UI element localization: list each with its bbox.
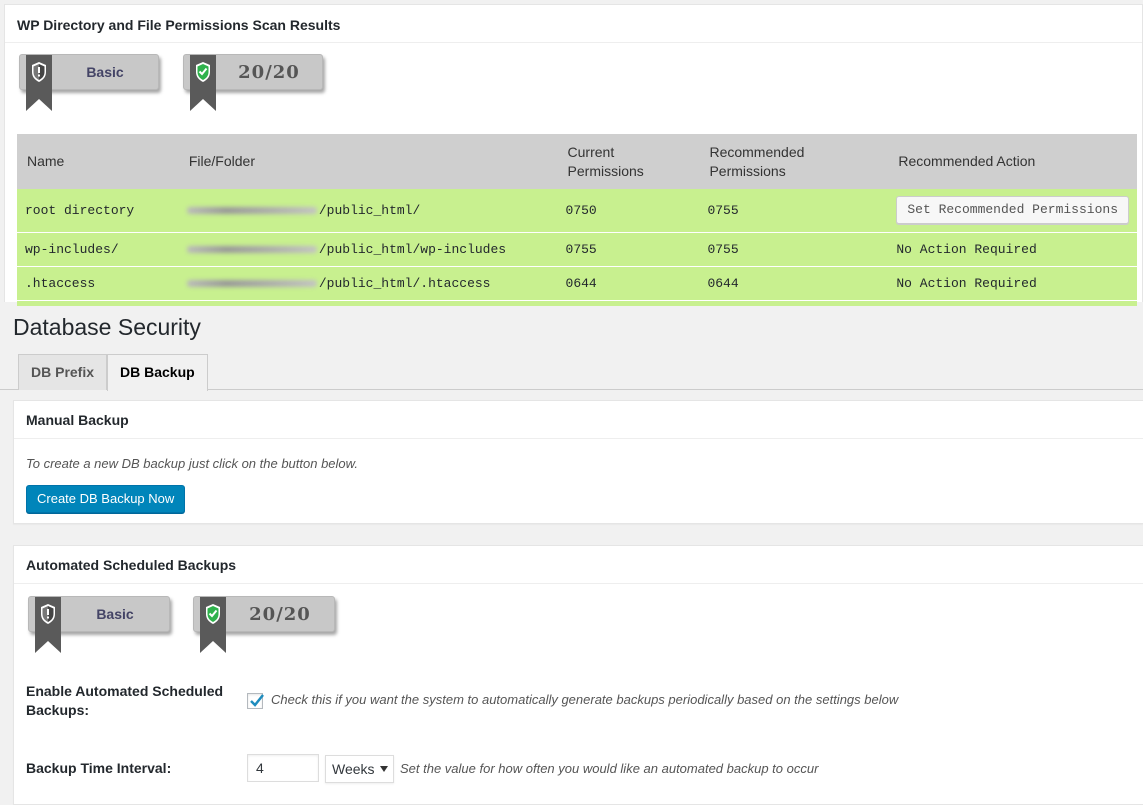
tab-db-backup[interactable]: DB Backup [107, 354, 208, 391]
manual-backup-box: Manual Backup To create a new DB backup … [13, 400, 1143, 524]
shield-check-ribbon-icon [190, 55, 216, 111]
row-name: wp-includes/ [17, 232, 179, 267]
security-level-badge: Basic [19, 54, 159, 111]
backup-interval-label: Backup Time Interval: [26, 760, 172, 776]
col-name: Name [17, 134, 179, 189]
manual-backup-hint: To create a new DB backup just click on … [26, 456, 358, 471]
backup-interval-input[interactable]: 4 [247, 754, 319, 782]
row-action: No Action Required [888, 232, 1137, 267]
col-recommended-action: Recommended Action [888, 134, 1137, 189]
row-path: /public_html/wp-includes [178, 232, 558, 267]
col-recommended-permissions: Recommended Permissions [699, 134, 889, 189]
row-name: root directory [17, 189, 179, 233]
redacted-path [186, 245, 317, 253]
chevron-down-icon [380, 766, 388, 772]
table-row: root directory /public_html/ 0750 0755 S… [17, 189, 1137, 233]
backup-interval-unit-select[interactable]: Weeks [325, 755, 394, 783]
enable-scheduled-backups-label: Enable Automated Scheduled Backups: [26, 683, 224, 718]
row-action: No Action Required [888, 266, 1137, 301]
panel-title: WP Directory and File Permissions Scan R… [5, 5, 1142, 43]
create-db-backup-button[interactable]: Create DB Backup Now [26, 485, 186, 513]
badge-level-text: Basic [96, 606, 134, 622]
shield-ribbon-icon [26, 55, 52, 111]
row-current: 0644 [557, 266, 700, 301]
row-recommended: 0755 [699, 232, 889, 267]
table-row: .htaccess /public_html/.htaccess 0644 06… [17, 266, 1137, 301]
badge-score-text: 20/20 [249, 603, 311, 625]
permissions-table: Name File/Folder Current Permissions Rec… [17, 134, 1137, 306]
shield-ribbon-icon [35, 597, 61, 653]
row-name: .htaccess [17, 266, 179, 301]
shield-check-ribbon-icon [200, 597, 226, 653]
security-score-badge: 20/20 [183, 54, 323, 111]
table-header-row: Name File/Folder Current Permissions Rec… [17, 134, 1137, 189]
row-action: Set Recommended Permissions [888, 189, 1137, 233]
col-file-folder: File/Folder [178, 134, 558, 189]
backup-interval-hint: Set the value for how often you would li… [400, 761, 819, 776]
row-current: 0755 [557, 232, 700, 267]
security-score-badge: 20/20 [193, 596, 335, 653]
tab-bar: DB Prefix DB Backup [0, 354, 1143, 391]
scheduled-backups-title: Automated Scheduled Backups [14, 546, 1143, 584]
security-level-badge: Basic [28, 596, 170, 653]
redacted-path [186, 206, 317, 214]
checkmark-icon [250, 694, 264, 707]
row-recommended: 0644 [699, 266, 889, 301]
col-current-permissions: Current Permissions [557, 134, 700, 189]
set-recommended-permissions-button[interactable]: Set Recommended Permissions [896, 196, 1129, 225]
redacted-path [186, 279, 317, 287]
badge-score-text: 20/20 [238, 61, 300, 83]
row-current: 0750 [557, 189, 700, 233]
page-title: Database Security [13, 314, 201, 340]
tab-db-prefix[interactable]: DB Prefix [18, 354, 108, 390]
row-path: /public_html/.htaccess [178, 266, 558, 301]
row-recommended: 0755 [699, 189, 889, 233]
scheduled-backups-box: Automated Scheduled Backups Basic 20/20 … [13, 545, 1143, 805]
manual-backup-title: Manual Backup [14, 401, 1143, 439]
enable-scheduled-backups-hint: Check this if you want the system to aut… [271, 692, 899, 707]
enable-scheduled-backups-checkbox[interactable] [247, 693, 264, 709]
badge-level-text: Basic [86, 64, 124, 80]
table-row-cut [17, 300, 1137, 306]
table-row: wp-includes/ /public_html/wp-includes 07… [17, 232, 1137, 267]
permissions-scan-panel: WP Directory and File Permissions Scan R… [4, 4, 1143, 306]
row-path: /public_html/ [178, 189, 558, 233]
